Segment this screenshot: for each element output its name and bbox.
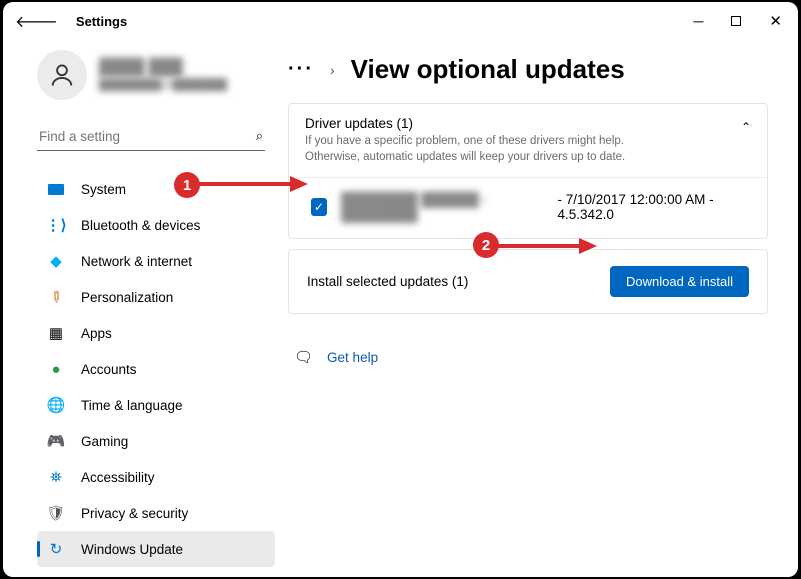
driver-meta: - 7/10/2017 12:00:00 AM - 4.5.342.0 [558,192,751,222]
chevron-up-icon[interactable]: ⌃ [741,120,751,134]
sidebar-item-personalization[interactable]: ✎ Personalization [37,279,275,315]
close-button[interactable]: ✕ [769,12,782,30]
sidebar-item-windows-update[interactable]: ↻ Windows Update [37,531,275,567]
accessibility-icon: ⛯ [47,468,65,486]
driver-item-row: ✓ ████████ ██████ - ████████ - 7/10/2017… [289,177,767,238]
maximize-button[interactable] [731,16,741,26]
minimize-button[interactable]: ─ [694,13,704,29]
sidebar-item-accessibility[interactable]: ⛯ Accessibility [37,459,275,495]
window-controls: ─ ✕ [694,12,789,30]
driver-name: ████████ ██████ - ████████ [341,192,543,222]
sidebar-nav: System ⋮⟩ Bluetooth & devices ◆ Network … [37,171,270,567]
sidebar-item-privacy[interactable]: 🛡 Privacy & security [37,495,275,531]
sidebar-item-label: Personalization [81,290,173,305]
breadcrumb: ··· › View optional updates [288,54,768,85]
title-bar: 🡐 Settings ─ ✕ [3,2,798,40]
sidebar-item-system[interactable]: System [37,171,275,207]
apps-icon: ▦ [47,324,65,342]
driver-updates-title: Driver updates (1) [305,116,675,131]
avatar [37,50,87,100]
window-body: ████ ███ ████████@███████ ⌕ System ⋮⟩ Bl… [3,40,798,577]
sidebar-item-apps[interactable]: ▦ Apps [37,315,275,351]
search-icon: ⌕ [256,128,263,144]
title-bar-left: 🡐 Settings [15,11,127,32]
sidebar-item-label: Gaming [81,434,128,449]
sidebar-item-time[interactable]: 🌐 Time & language [37,387,275,423]
search-input[interactable] [39,129,219,144]
breadcrumb-more-icon[interactable]: ··· [288,58,314,81]
sidebar-item-label: Accessibility [81,470,155,485]
account-block[interactable]: ████ ███ ████████@███████ [37,50,270,100]
install-card: Install selected updates (1) Download & … [288,249,768,314]
account-icon: ● [47,360,65,378]
driver-updates-subtitle: If you have a specific problem, one of t… [305,134,675,165]
search-box[interactable]: ⌕ [37,122,265,151]
globe-icon: 🌐 [47,396,65,414]
sidebar-item-bluetooth[interactable]: ⋮⟩ Bluetooth & devices [37,207,275,243]
sidebar-item-label: Network & internet [81,254,192,269]
sidebar-item-accounts[interactable]: ● Accounts [37,351,275,387]
bluetooth-icon: ⋮⟩ [47,216,65,234]
system-icon [47,180,65,198]
sidebar-item-label: Apps [81,326,112,341]
wifi-icon: ◆ [47,252,65,270]
person-icon [48,61,76,89]
page-title: View optional updates [351,54,625,85]
sidebar-item-label: System [81,182,126,197]
sidebar-item-label: Bluetooth & devices [81,218,200,233]
account-email: ████████@███████ [99,79,227,91]
driver-updates-header[interactable]: Driver updates (1) If you have a specifi… [289,104,767,177]
help-icon: 🗨 [294,348,313,366]
brush-icon: ✎ [43,284,68,309]
sidebar-item-label: Windows Update [81,542,183,557]
account-text: ████ ███ ████████@███████ [99,59,227,91]
settings-window: 🡐 Settings ─ ✕ ████ ███ ████████@███████ [3,2,798,577]
install-row: Install selected updates (1) Download & … [289,250,767,313]
driver-checkbox[interactable]: ✓ [311,198,327,216]
back-button[interactable]: 🡐 [15,11,58,32]
sidebar-item-label: Privacy & security [81,506,188,521]
gaming-icon: 🎮 [47,432,65,450]
sidebar-item-gaming[interactable]: 🎮 Gaming [37,423,275,459]
get-help-link[interactable]: Get help [327,350,378,365]
sidebar-item-label: Accounts [81,362,137,377]
chevron-right-icon: › [330,62,335,78]
update-icon: ↻ [47,540,65,558]
driver-updates-header-text: Driver updates (1) If you have a specifi… [305,116,675,165]
sidebar: ████ ███ ████████@███████ ⌕ System ⋮⟩ Bl… [3,40,278,577]
install-label: Install selected updates (1) [307,274,468,289]
get-help-row[interactable]: 🗨 Get help [288,348,768,366]
download-install-button[interactable]: Download & install [610,266,749,297]
main-pane: ··· › View optional updates Driver updat… [278,40,798,577]
driver-updates-card: Driver updates (1) If you have a specifi… [288,103,768,239]
shield-icon: 🛡 [47,504,65,522]
sidebar-item-network[interactable]: ◆ Network & internet [37,243,275,279]
account-name: ████ ███ [99,59,227,77]
sidebar-item-label: Time & language [81,398,183,413]
window-title: Settings [76,14,127,29]
